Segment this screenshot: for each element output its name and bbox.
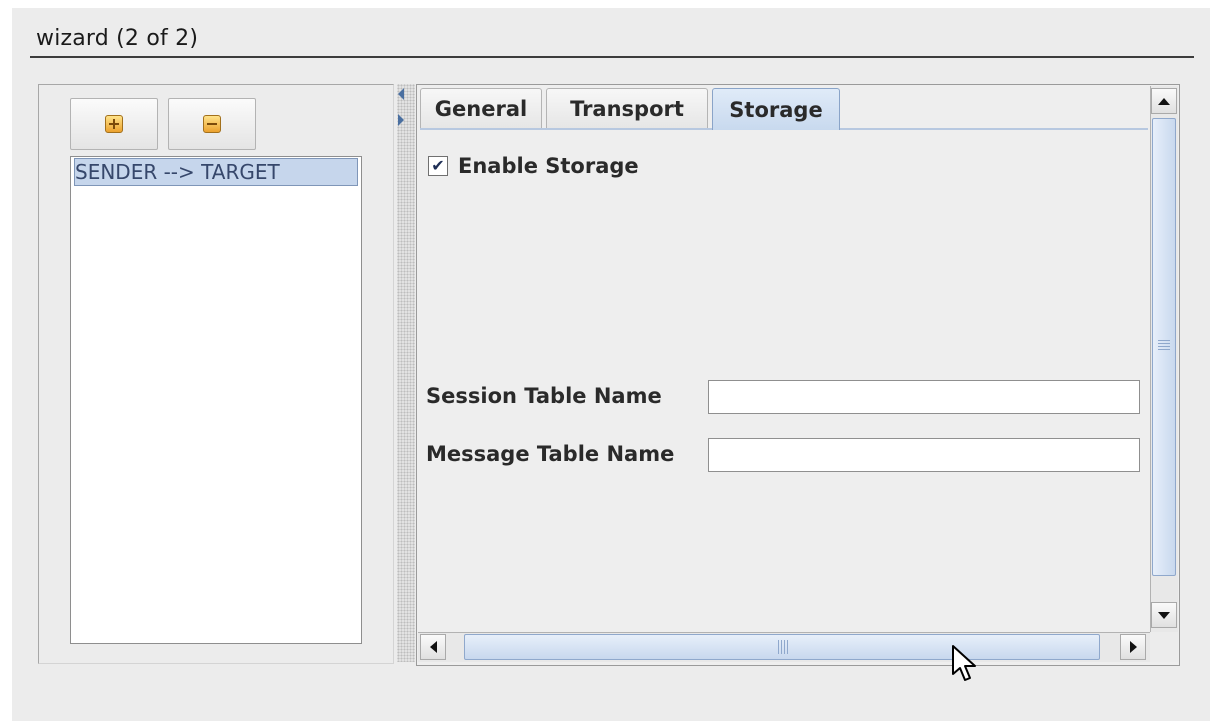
scroll-corner bbox=[1150, 632, 1178, 662]
tab-transport[interactable]: Transport bbox=[546, 88, 708, 128]
wizard-title: wizard (2 of 2) bbox=[36, 26, 199, 51]
arrow-up-icon bbox=[1158, 97, 1170, 105]
session-table-name-input[interactable] bbox=[708, 380, 1140, 414]
tab-bar: General Transport Storage bbox=[420, 88, 1148, 130]
scroll-left-button[interactable] bbox=[420, 634, 446, 660]
arrow-right-icon bbox=[1129, 641, 1137, 653]
tab-general-label: General bbox=[434, 96, 528, 121]
tab-transport-label: Transport bbox=[570, 96, 684, 121]
route-list-item[interactable]: SENDER --> TARGET bbox=[74, 158, 358, 186]
add-route-button[interactable] bbox=[70, 98, 158, 150]
scroll-down-button[interactable] bbox=[1151, 602, 1177, 628]
tab-storage[interactable]: Storage bbox=[712, 88, 840, 130]
remove-icon bbox=[203, 115, 221, 133]
tab-general[interactable]: General bbox=[420, 88, 542, 128]
route-item-label: SENDER --> TARGET bbox=[75, 160, 280, 184]
enable-storage-checkbox[interactable]: ✔ bbox=[428, 156, 448, 176]
tab-storage-label: Storage bbox=[729, 97, 823, 122]
add-icon bbox=[105, 115, 123, 133]
message-table-name-label: Message Table Name bbox=[426, 442, 675, 466]
arrow-down-icon bbox=[1158, 611, 1170, 619]
split-pane-divider[interactable] bbox=[397, 84, 415, 662]
checkmark-icon: ✔ bbox=[431, 156, 445, 175]
remove-route-button[interactable] bbox=[168, 98, 256, 150]
route-list[interactable]: SENDER --> TARGET bbox=[70, 156, 362, 644]
grip-icon bbox=[1158, 340, 1170, 350]
scroll-right-button[interactable] bbox=[1120, 634, 1146, 660]
message-table-name-input[interactable] bbox=[708, 438, 1140, 472]
grip-icon bbox=[778, 640, 790, 654]
title-divider bbox=[30, 56, 1194, 58]
enable-storage-label[interactable]: Enable Storage bbox=[458, 154, 639, 178]
scroll-up-button[interactable] bbox=[1151, 88, 1177, 114]
collapse-left-icon[interactable] bbox=[398, 88, 404, 100]
enable-storage-row: ✔ Enable Storage bbox=[428, 154, 639, 178]
session-table-name-label: Session Table Name bbox=[426, 384, 662, 408]
arrow-left-icon bbox=[429, 641, 437, 653]
mouse-pointer-icon bbox=[952, 645, 976, 681]
expand-right-icon[interactable] bbox=[398, 114, 404, 126]
